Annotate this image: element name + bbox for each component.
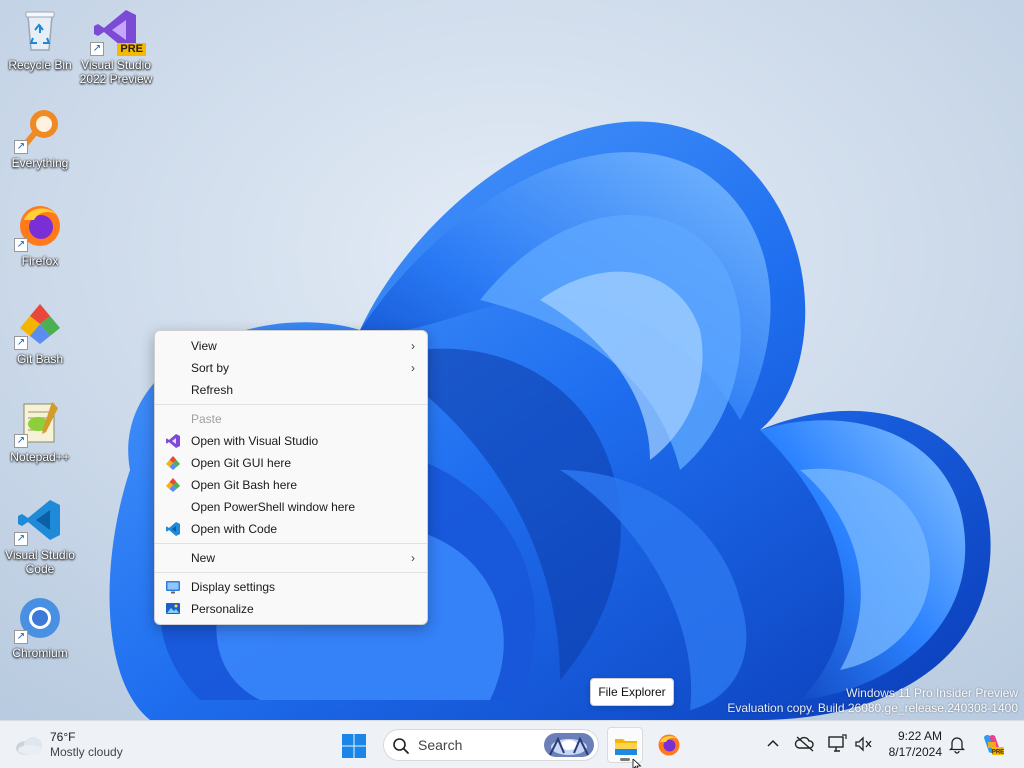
taskbar-app-firefox[interactable] <box>651 727 687 763</box>
vscode-icon <box>165 521 181 537</box>
chevron-right-icon: › <box>411 339 415 353</box>
menu-item-label: Sort by <box>191 361 230 375</box>
desktop-icon-firefox[interactable]: ↗ Firefox <box>2 202 78 268</box>
desktop-icon-recycle-bin[interactable]: Recycle Bin <box>2 6 78 72</box>
menu-item-paste: Paste <box>155 408 427 430</box>
recycle-bin-icon <box>25 11 55 51</box>
desktop-icon-visual-studio-preview[interactable]: PRE ↗ Visual Studio 2022 Preview <box>78 6 154 86</box>
menu-item-label: Open PowerShell window here <box>191 500 356 514</box>
menu-item-refresh[interactable]: Refresh <box>155 379 427 401</box>
shortcut-arrow-icon: ↗ <box>14 434 28 448</box>
menu-item-new[interactable]: New › <box>155 547 427 569</box>
desktop-icon-notepad-plus-plus[interactable]: ↗ Notepad++ <box>2 398 78 464</box>
menu-item-open-git-gui[interactable]: Open Git GUI here <box>155 452 427 474</box>
copilot-icon[interactable]: PRE <box>980 732 1004 756</box>
git-icon <box>165 455 181 471</box>
clock-time: 9:22 AM <box>897 729 942 743</box>
weather-widget[interactable]: 76°F Mostly cloudy <box>14 727 123 763</box>
desktop-icon-label: Visual Studio 2022 Preview <box>79 58 153 86</box>
menu-item-label: Display settings <box>191 580 276 594</box>
desktop-icon-label: Git Bash <box>16 352 64 366</box>
firefox-icon <box>658 734 680 756</box>
menu-item-label: Open with Visual Studio <box>191 434 319 448</box>
file-explorer-icon <box>615 739 637 755</box>
menu-separator <box>155 404 427 405</box>
shortcut-arrow-icon: ↗ <box>14 630 28 644</box>
notification-bell-icon[interactable] <box>946 733 968 755</box>
desktop-icon-everything[interactable]: ↗ Everything <box>2 104 78 170</box>
search-placeholder: Search <box>418 737 463 753</box>
menu-item-open-with-code[interactable]: Open with Code <box>155 518 427 540</box>
menu-separator <box>155 543 427 544</box>
shortcut-arrow-icon: ↗ <box>14 238 28 252</box>
display-icon <box>165 579 181 595</box>
personalize-icon <box>165 601 181 617</box>
svg-text:PRE: PRE <box>992 750 1004 756</box>
preview-badge: PRE <box>117 43 146 56</box>
taskbar-search-box[interactable]: Search <box>383 729 599 761</box>
menu-item-label: New <box>191 551 216 565</box>
watermark-line-2: Evaluation copy. Build 26080.ge_release.… <box>727 701 1018 715</box>
shortcut-arrow-icon: ↗ <box>14 532 28 546</box>
system-clock[interactable]: 9:22 AM 8/17/2024 <box>878 728 942 760</box>
menu-item-label: Paste <box>191 412 222 426</box>
menu-item-display-settings[interactable]: Display settings <box>155 576 427 598</box>
weather-temperature: 76°F <box>50 730 76 744</box>
start-button[interactable] <box>339 731 369 761</box>
desktop-icon-label: Firefox <box>21 254 59 268</box>
shortcut-arrow-icon: ↗ <box>14 140 28 154</box>
onedrive-offline-icon[interactable] <box>794 733 816 755</box>
git-icon <box>165 477 181 493</box>
volume-icon[interactable] <box>852 733 874 755</box>
desktop-icon-vscode[interactable]: ↗ Visual Studio Code <box>2 496 78 576</box>
shortcut-arrow-icon: ↗ <box>14 336 28 350</box>
menu-item-open-with-visual-studio[interactable]: Open with Visual Studio <box>155 430 427 452</box>
cloudy-weather-icon <box>16 737 42 755</box>
desktop-icon-git-bash[interactable]: ↗ Git Bash <box>2 300 78 366</box>
menu-item-view[interactable]: View › <box>155 335 427 357</box>
menu-item-sort-by[interactable]: Sort by › <box>155 357 427 379</box>
menu-item-label: Open Git GUI here <box>191 456 292 470</box>
menu-item-label: Open with Code <box>191 522 278 536</box>
weather-condition: Mostly cloudy <box>50 745 123 759</box>
mouse-cursor-icon <box>632 759 642 768</box>
watermark-line-1: Windows 11 Pro Insider Preview <box>846 686 1018 700</box>
desktop-icon-label: Recycle Bin <box>8 58 72 72</box>
desktop-icon-label: Notepad++ <box>10 450 70 464</box>
menu-item-open-git-bash[interactable]: Open Git Bash here <box>155 474 427 496</box>
chevron-right-icon: › <box>411 551 415 565</box>
desktop-context-menu: View › Sort by › Refresh Paste Open with… <box>154 330 428 625</box>
search-highlight-image-icon <box>544 733 594 757</box>
desktop-icon-chromium[interactable]: ↗ Chromium <box>2 594 78 660</box>
taskbar: 76°F Mostly cloudy Search 9:22 AM 8/17/2… <box>0 720 1024 768</box>
chevron-right-icon: › <box>411 361 415 375</box>
desktop-icon-label: Chromium <box>12 646 68 660</box>
menu-item-label: Refresh <box>191 383 234 397</box>
taskbar-app-file-explorer[interactable] <box>607 727 643 763</box>
chevron-up-icon[interactable] <box>762 733 784 755</box>
menu-separator <box>155 572 427 573</box>
menu-item-label: Personalize <box>191 602 254 616</box>
visual-studio-icon <box>165 433 181 449</box>
menu-item-label: View <box>191 339 217 353</box>
running-indicator <box>620 758 630 761</box>
menu-item-label: Open Git Bash here <box>191 478 298 492</box>
evaluation-watermark: Windows 11 Pro Insider Preview Evaluatio… <box>727 686 1018 716</box>
network-icon[interactable] <box>826 733 848 755</box>
clock-date: 8/17/2024 <box>888 745 942 759</box>
shortcut-arrow-icon: ↗ <box>90 42 104 56</box>
desktop-icon-label: Visual Studio Code <box>5 548 75 576</box>
search-icon <box>393 738 409 754</box>
desktop-icon-label: Everything <box>11 156 69 170</box>
menu-item-personalize[interactable]: Personalize <box>155 598 427 620</box>
menu-item-open-powershell[interactable]: Open PowerShell window here <box>155 496 427 518</box>
file-explorer-tooltip: File Explorer <box>590 678 674 706</box>
